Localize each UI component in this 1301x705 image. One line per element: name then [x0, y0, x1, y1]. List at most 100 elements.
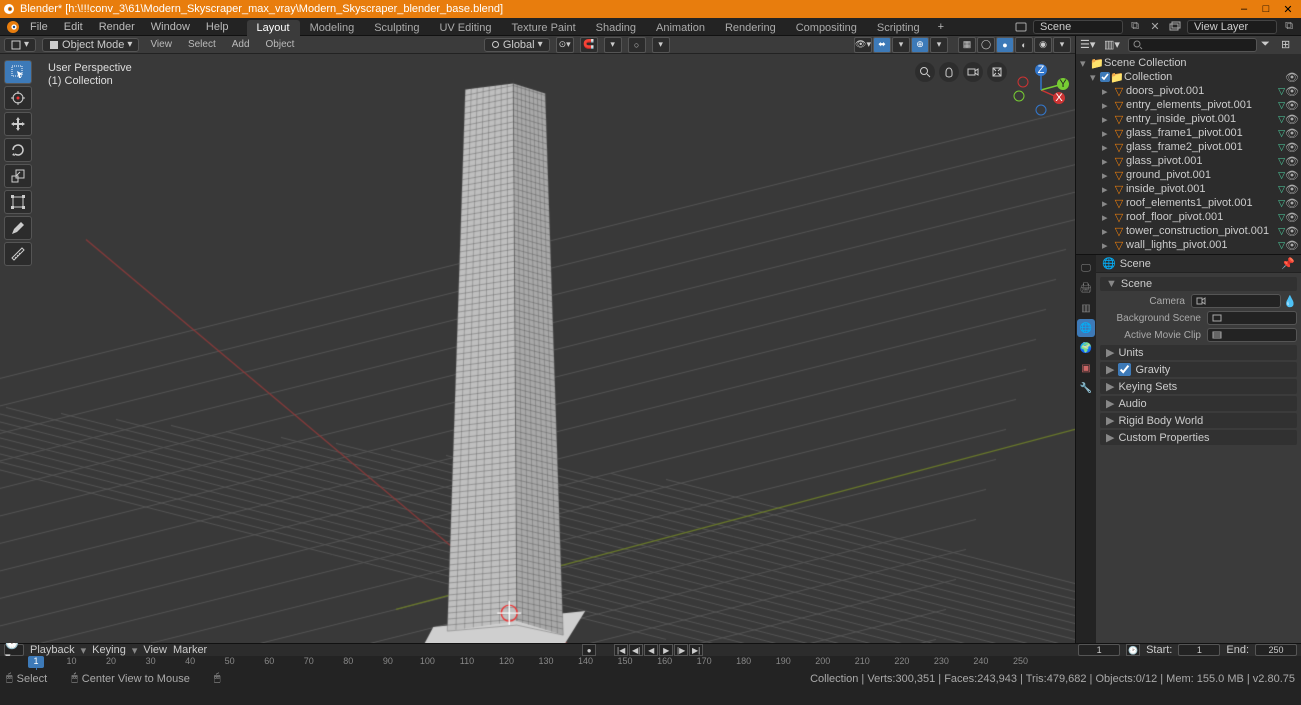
viewport-menu-select[interactable]: Select	[183, 39, 221, 50]
panel-rigidbody-header[interactable]: ▶Rigid Body World	[1100, 413, 1297, 428]
panel-gravity-header[interactable]: ▶Gravity	[1100, 362, 1297, 377]
nav-pan-icon[interactable]	[939, 62, 959, 82]
scene-delete-button[interactable]: ✕	[1147, 19, 1163, 35]
properties-pin-button[interactable]: 📌	[1281, 257, 1295, 270]
overlay-dropdown[interactable]: ▾	[930, 37, 948, 53]
play-forward[interactable]: ▶	[659, 644, 673, 656]
tool-scale[interactable]	[4, 164, 32, 188]
tool-annotate[interactable]	[4, 216, 32, 240]
outliner-item[interactable]: ▸▽glass_pivot.001▽👁	[1076, 154, 1301, 168]
prop-tab-scene[interactable]: 🌐	[1077, 319, 1095, 337]
activeclip-value[interactable]	[1207, 328, 1297, 342]
workspace-tab-texpaint[interactable]: Texture Paint	[501, 20, 585, 36]
prop-tab-render[interactable]: 🖵	[1077, 259, 1095, 277]
timeline-playhead[interactable]: 1	[36, 656, 37, 670]
outliner-item[interactable]: ▸▽roof_floor_pivot.001▽👁	[1076, 210, 1301, 224]
shading-rendered[interactable]: ◉	[1034, 37, 1052, 53]
workspace-tab-rendering[interactable]: Rendering	[715, 20, 786, 36]
outliner-item[interactable]: ▸▽doors_pivot.001▽👁	[1076, 84, 1301, 98]
tool-rotate[interactable]	[4, 138, 32, 162]
orientation-gizmo[interactable]: X Y Z	[1011, 60, 1071, 120]
overlay-toggle[interactable]: ⊕	[911, 37, 929, 53]
bgscene-value[interactable]	[1207, 311, 1297, 325]
workspace-tab-modeling[interactable]: Modeling	[300, 20, 365, 36]
viewport-menu-add[interactable]: Add	[227, 39, 255, 50]
shading-solid[interactable]: ●	[996, 37, 1014, 53]
outliner-item[interactable]: ▸▽tower_construction_pivot.001▽👁	[1076, 224, 1301, 238]
tool-transform[interactable]	[4, 190, 32, 214]
play-jump-start[interactable]: |◀	[614, 644, 628, 656]
workspace-tab-layout[interactable]: Layout	[247, 20, 300, 36]
outliner-item[interactable]: ▸▽glass_frame1_pivot.001▽👁	[1076, 126, 1301, 140]
xray-toggle[interactable]: ▦	[958, 37, 976, 53]
pivot-dropdown[interactable]: ⊙▾	[556, 37, 574, 53]
shading-dropdown[interactable]: ▾	[1053, 37, 1071, 53]
prop-tab-modifier[interactable]: 🔧	[1077, 379, 1095, 397]
shading-lookdev[interactable]: ◐	[1015, 37, 1033, 53]
tool-move[interactable]	[4, 112, 32, 136]
viewlayer-new-button[interactable]: ⧉	[1281, 19, 1297, 35]
window-close-button[interactable]: ✕	[1277, 0, 1299, 18]
scene-new-button[interactable]: ⧉	[1127, 19, 1143, 35]
3d-viewport[interactable]: User Perspective (1) Collection	[0, 54, 1075, 643]
menu-edit[interactable]: Edit	[56, 19, 91, 35]
panel-audio-header[interactable]: ▶Audio	[1100, 396, 1297, 411]
outliner-search-input[interactable]	[1128, 38, 1257, 52]
workspace-tab-compositing[interactable]: Compositing	[786, 20, 867, 36]
orientation-dropdown[interactable]: Global▾	[484, 38, 550, 52]
nav-zoom-icon[interactable]	[915, 62, 935, 82]
outliner-scene-collection[interactable]: ▾📁Scene Collection	[1076, 56, 1301, 70]
current-frame-field[interactable]: 1	[1078, 644, 1120, 656]
workspace-tab-animation[interactable]: Animation	[646, 20, 715, 36]
timeline-type-dropdown[interactable]: 🕑▾	[4, 644, 24, 656]
outliner-new-collection-button[interactable]: ⊞	[1281, 38, 1297, 52]
window-maximize-button[interactable]: □	[1255, 0, 1277, 18]
outliner-collection[interactable]: ▾📁Collection👁	[1076, 70, 1301, 84]
window-minimize-button[interactable]: –	[1233, 0, 1255, 18]
gravity-checkbox[interactable]	[1118, 363, 1131, 376]
outliner-item[interactable]: ▸▽glass_frame2_pivot.001▽👁	[1076, 140, 1301, 154]
prop-tab-world[interactable]: 🌍	[1077, 339, 1095, 357]
prop-tab-output[interactable]: 🖨	[1077, 279, 1095, 297]
tool-select-box[interactable]	[4, 60, 32, 84]
play-next-key[interactable]: |▶	[674, 644, 688, 656]
viewlayer-selector[interactable]: View Layer	[1187, 20, 1277, 34]
shading-wireframe[interactable]: ◯	[977, 37, 995, 53]
menu-help[interactable]: Help	[198, 19, 237, 35]
menu-file[interactable]: File	[22, 19, 56, 35]
play-prev-key[interactable]: ◀|	[629, 644, 643, 656]
snap-dropdown[interactable]: ▾	[604, 37, 622, 53]
viewport-menu-view[interactable]: View	[145, 39, 177, 50]
collection-enable-checkbox[interactable]	[1100, 72, 1110, 82]
timeline-menu-keying[interactable]: Keying	[92, 644, 126, 656]
menu-render[interactable]: Render	[91, 19, 143, 35]
scene-selector[interactable]: Scene	[1033, 20, 1123, 34]
workspace-add-button[interactable]: +	[930, 19, 952, 35]
outliner-item[interactable]: ▸▽entry_inside_pivot.001▽👁	[1076, 112, 1301, 126]
object-visibility-dropdown[interactable]: 👁▾	[854, 37, 872, 53]
panel-keying-header[interactable]: ▶Keying Sets	[1100, 379, 1297, 394]
timeline-menu-view[interactable]: View	[143, 644, 167, 656]
menu-window[interactable]: Window	[143, 19, 198, 35]
panel-units-header[interactable]: ▶Units	[1100, 345, 1297, 360]
workspace-tab-sculpting[interactable]: Sculpting	[364, 20, 429, 36]
play-jump-end[interactable]: ▶|	[689, 644, 703, 656]
workspace-tab-uv[interactable]: UV Editing	[429, 20, 501, 36]
autokey-button[interactable]: ●	[582, 644, 596, 656]
timeline-track[interactable]: 0102030405060708090100110120130140150160…	[0, 656, 1301, 670]
tool-cursor[interactable]	[4, 86, 32, 110]
outliner-item[interactable]: ▸▽ground_pivot.001▽👁	[1076, 168, 1301, 182]
tool-measure[interactable]	[4, 242, 32, 266]
prop-tab-object[interactable]: ▣	[1077, 359, 1095, 377]
outliner-item[interactable]: ▸▽roof_elements1_pivot.001▽👁	[1076, 196, 1301, 210]
snap-toggle[interactable]: 🧲	[580, 37, 598, 53]
viewport-menu-object[interactable]: Object	[261, 39, 300, 50]
outliner-display-dropdown[interactable]: ▥▾	[1104, 38, 1124, 52]
outliner-item[interactable]: ▸▽inside_pivot.001▽👁	[1076, 182, 1301, 196]
camera-field-value[interactable]	[1191, 294, 1281, 308]
outliner-type-dropdown[interactable]: ☰▾	[1080, 38, 1100, 52]
outliner-item[interactable]: ▸▽entry_elements_pivot.001▽👁	[1076, 98, 1301, 112]
nav-camera-icon[interactable]	[963, 62, 983, 82]
panel-scene-header[interactable]: ▼Scene	[1100, 277, 1297, 291]
panel-customprops-header[interactable]: ▶Custom Properties	[1100, 430, 1297, 445]
